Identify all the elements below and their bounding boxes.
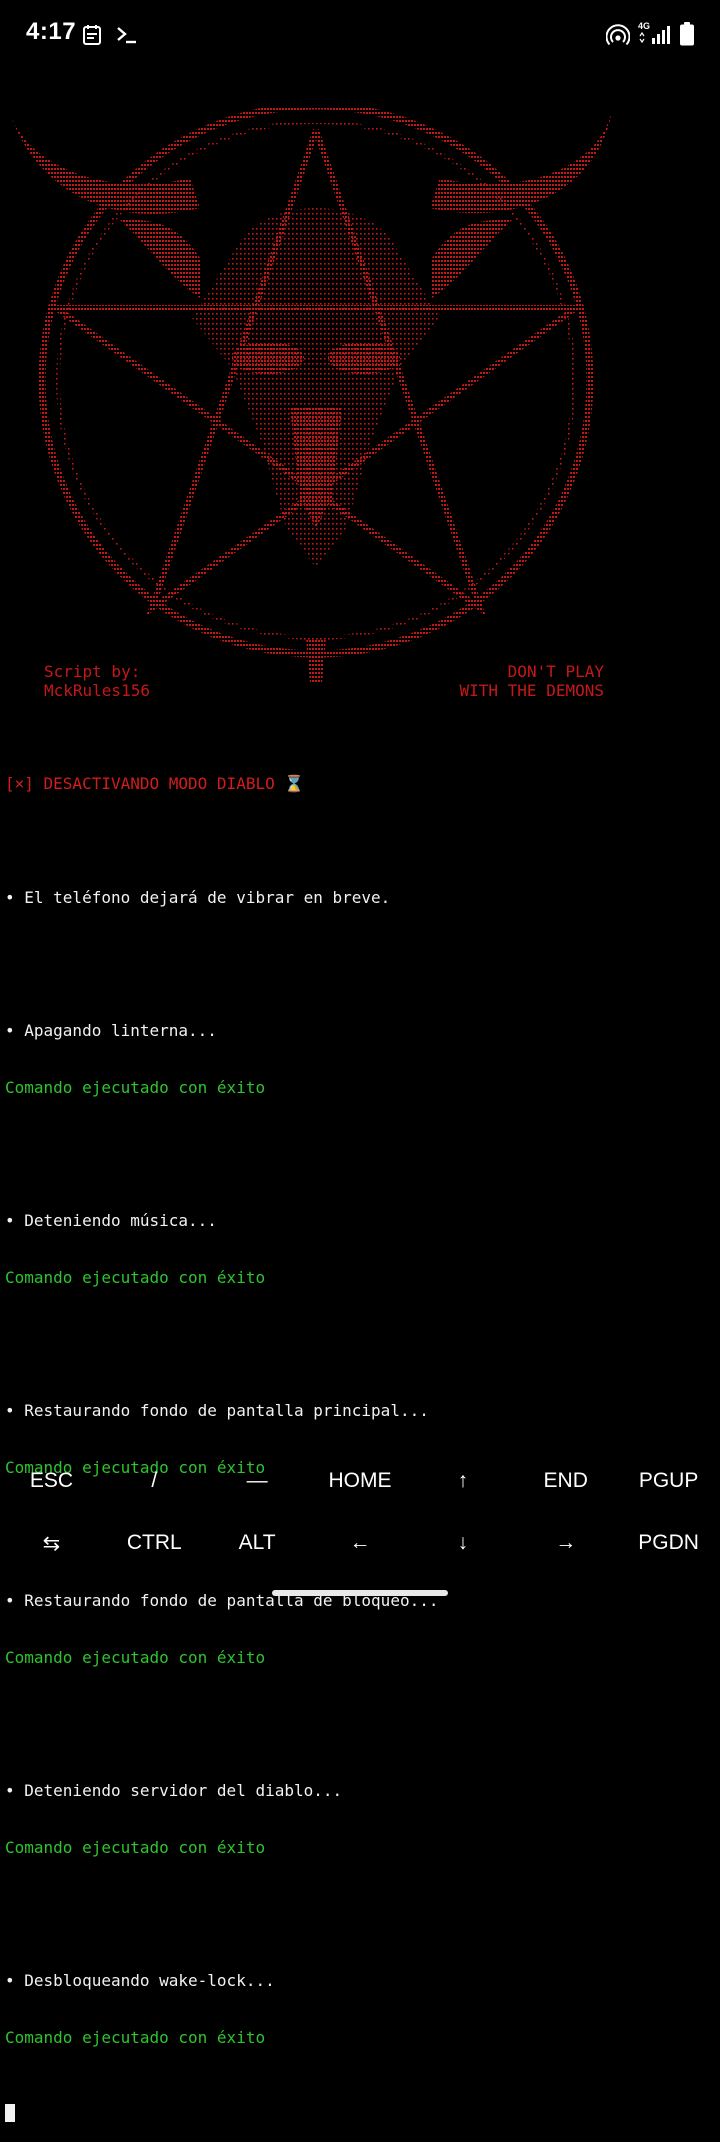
key-home[interactable]: HOME: [309, 1450, 412, 1512]
extra-keys-row-1: ESC / — HOME ↑ END PGUP: [0, 1450, 720, 1512]
key-dash[interactable]: —: [206, 1450, 309, 1512]
key-ctrl[interactable]: CTRL: [103, 1512, 206, 1574]
step-result: Comando ejecutado con éxito: [5, 1268, 266, 1287]
battery-icon: [680, 22, 694, 46]
key-arrow-down[interactable]: ↓: [411, 1512, 514, 1574]
step-action: • Apagando linterna...: [5, 1021, 217, 1040]
terminal-cursor[interactable]: [5, 2104, 15, 2122]
warning-line-1: DON'T PLAY: [507, 662, 604, 681]
terminal-icon: [117, 27, 136, 44]
key-end[interactable]: END: [514, 1450, 617, 1512]
home-indicator[interactable]: [272, 1590, 448, 1596]
step-action: • Restaurando fondo de pantalla principa…: [5, 1401, 429, 1420]
step-action: • Deteniendo servidor del diablo...: [5, 1781, 343, 1800]
step-action: • Deteniendo música...: [5, 1211, 217, 1230]
key-arrow-left[interactable]: ←: [309, 1512, 412, 1574]
warning-line-2: WITH THE DEMONS: [459, 681, 605, 700]
step-action: • Desbloqueando wake-lock...: [5, 1971, 275, 1990]
status-time: 4:17: [26, 18, 77, 45]
extra-keys-row-2: ⇆ CTRL ALT ← ↓ → PGDN: [0, 1512, 720, 1574]
step-result: Comando ejecutado con éxito: [5, 2028, 266, 2047]
key-tab[interactable]: ⇆: [0, 1512, 103, 1574]
credit-author: MckRules156: [44, 681, 150, 700]
calendar-icon: [83, 25, 101, 45]
key-slash[interactable]: /: [103, 1450, 206, 1512]
hotspot-icon: [606, 24, 630, 46]
devil-pentagram-ascii-art: [10, 108, 612, 683]
terminal-output[interactable]: [×] DESACTIVANDO MODO DIABLO ⌛ • El telé…: [5, 736, 717, 2142]
network-signal-icon: 4G: [638, 21, 674, 46]
step-result: Comando ejecutado con éxito: [5, 1838, 266, 1857]
key-pgup[interactable]: PGUP: [617, 1450, 720, 1512]
terminal-notice: • El teléfono dejará de vibrar en breve.: [5, 888, 391, 907]
key-esc[interactable]: ESC: [0, 1450, 103, 1512]
key-alt[interactable]: ALT: [206, 1512, 309, 1574]
extra-keys-bar: ESC / — HOME ↑ END PGUP ⇆ CTRL ALT ← ↓ →…: [0, 1450, 720, 1574]
key-arrow-right[interactable]: →: [514, 1512, 617, 1574]
step-result: Comando ejecutado con éxito: [5, 1078, 266, 1097]
step-result: Comando ejecutado con éxito: [5, 1648, 266, 1667]
terminal-header: [×] DESACTIVANDO MODO DIABLO ⌛: [5, 774, 305, 793]
status-bar: 4:17 4G: [0, 0, 720, 72]
key-pgdn[interactable]: PGDN: [617, 1512, 720, 1574]
credit-label: Script by:: [44, 662, 141, 681]
key-arrow-up[interactable]: ↑: [411, 1450, 514, 1512]
